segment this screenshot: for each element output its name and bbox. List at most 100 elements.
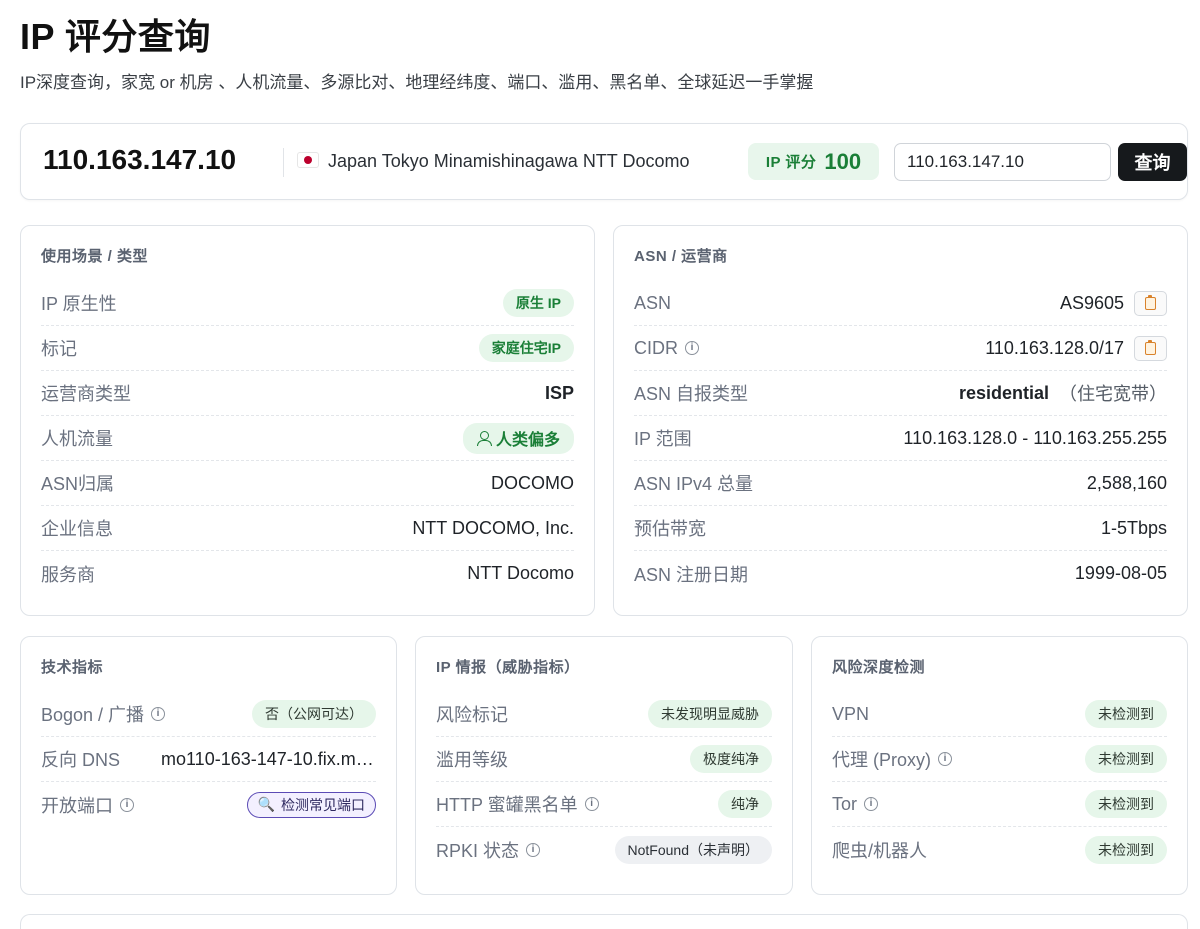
row-label: IP 范围	[634, 429, 692, 449]
row-label: ASN 注册日期	[634, 564, 749, 585]
status-badge: 极度纯净	[690, 745, 772, 773]
row-tag: 标记 家庭住宅IP	[41, 326, 574, 371]
button-label: 检测常见端口	[281, 796, 365, 813]
info-icon[interactable]: i	[938, 752, 952, 766]
row-label: 服务商	[41, 564, 95, 585]
row-label: ASN 自报类型	[634, 384, 749, 404]
row-label: 反向 DNS	[41, 750, 121, 770]
row-label: ASN	[634, 292, 672, 313]
row-traffic: 人机流量 人类偏多	[41, 416, 574, 461]
usage-type-card: 使用场景 / 类型 IP 原生性 原生 IP 标记 家庭住宅IP 运营商类型 I…	[20, 225, 595, 616]
row-label: CIDR i	[634, 338, 699, 359]
ip-location: Japan Tokyo Minamishinagawa NTT Docomo	[328, 151, 690, 171]
risk-detection-card: 风险深度检测 VPN 未检测到 代理 (Proxy) i 未检测到 Tor i 未检…	[811, 636, 1188, 895]
status-badge: 纯净	[718, 790, 772, 818]
row-value: NTT DOCOMO, Inc.	[412, 517, 574, 538]
row-label: RPKI 状态 i	[436, 837, 541, 863]
row-label: 预估带宽	[634, 519, 706, 539]
tech-metrics-card: 技术指标 Bogon / 广播 i 否（公网可达） 反向 DNS mo110-16…	[20, 636, 397, 895]
row-label: 风险标记	[436, 705, 508, 725]
row-label: HTTP 蜜罐黑名单 i	[436, 791, 599, 817]
search-icon: 🔍	[257, 796, 275, 812]
row-asn-type: ASN 自报类型 residential （住宅宽带）	[634, 371, 1167, 416]
row-label: 开放端口 i	[41, 792, 134, 818]
row-company: 企业信息 NTT DOCOMO, Inc.	[41, 506, 574, 551]
row-value: 110.163.128.0 - 110.163.255.255	[903, 427, 1167, 448]
ip-score-badge: IP 评分 100	[748, 143, 879, 180]
row-value: 1-5Tbps	[1100, 517, 1167, 538]
score-value: 100	[824, 148, 862, 174]
ip-summary-bar: 110.163.147.10 Japan Tokyo Minamishinaga…	[20, 123, 1188, 200]
row-risk-tag: 风险标记 未发现明显威胁	[436, 692, 772, 737]
row-value: ISP	[544, 382, 574, 403]
row-label: 滥用等级	[436, 750, 508, 770]
row-bandwidth: 预估带宽 1-5Tbps	[634, 506, 1167, 551]
clipboard-icon	[1145, 294, 1156, 310]
row-value: mo110-163-147-10.fix.mopera.net	[161, 748, 376, 769]
status-badge: 未检测到	[1085, 745, 1167, 773]
row-ip-range: IP 范围 110.163.128.0 - 110.163.255.255	[634, 416, 1167, 461]
status-badge: 家庭住宅IP	[478, 334, 574, 362]
status-badge: 人类偏多	[462, 422, 574, 454]
info-icon[interactable]: i	[151, 707, 166, 721]
next-card	[20, 914, 1188, 929]
row-value: DOCOMO	[491, 472, 574, 493]
row-vpn: VPN 未检测到	[832, 692, 1167, 737]
row-tor: Tor i 未检测到	[832, 782, 1167, 827]
info-icon[interactable]: i	[864, 797, 879, 811]
row-label: IP 原生性	[41, 294, 117, 314]
row-label: 爬虫/机器人	[832, 840, 928, 861]
row-label: 运营商类型	[41, 384, 131, 404]
row-label: ASN IPv4 总量	[634, 474, 754, 494]
page-subtitle: IP深度查询，家宽 or 机房 、人机流量、多源比对、地理经纬度、端口、滥用、黑…	[20, 73, 814, 92]
info-icon[interactable]: i	[685, 341, 699, 355]
card-title: 使用场景 / 类型	[41, 248, 149, 265]
row-value: NTT Docomo	[467, 563, 574, 583]
row-bogon: Bogon / 广播 i 否（公网可达）	[41, 692, 376, 737]
row-label: Bogon / 广播 i	[41, 701, 166, 727]
threat-intel-card: IP 情报（威胁指标） 风险标记 未发现明显威胁 滥用等级 极度纯净 HTTP …	[415, 636, 793, 895]
info-icon[interactable]: i	[120, 797, 134, 812]
row-reverse-dns: 反向 DNS mo110-163-147-10.fix.mopera.net	[41, 737, 376, 782]
japan-flag-icon	[297, 152, 319, 168]
row-label: 企业信息	[41, 519, 113, 539]
ip-search-input[interactable]	[894, 143, 1111, 181]
search-button[interactable]: 查询	[1118, 143, 1187, 181]
row-reg-date: ASN 注册日期 1999-08-05	[634, 551, 1167, 596]
divider	[283, 148, 284, 177]
row-value: AS9605	[1059, 292, 1124, 313]
score-label: IP 评分	[765, 154, 817, 171]
page-title: IP 评分查询	[20, 16, 211, 57]
row-ipv4-total: ASN IPv4 总量 2,588,160	[634, 461, 1167, 506]
info-icon[interactable]: i	[584, 797, 599, 811]
status-badge: 否（公网可达）	[252, 700, 376, 728]
status-badge: 未检测到	[1085, 790, 1167, 818]
info-icon[interactable]: i	[526, 842, 541, 857]
row-asn: ASN AS9605	[634, 281, 1167, 326]
row-value: 110.163.128.0/17	[985, 337, 1124, 358]
row-label: ASN归属	[41, 474, 115, 494]
row-value-note: （住宅宽带）	[1059, 384, 1167, 404]
asn-card: ASN / 运营商 ASN AS9605 CIDR i 110.163.128.0…	[613, 225, 1188, 616]
row-honeypot: HTTP 蜜罐黑名单 i 纯净	[436, 782, 772, 827]
row-value: residential	[958, 382, 1049, 403]
user-icon	[476, 431, 492, 446]
row-label: Tor i	[832, 794, 879, 815]
card-title: 风险深度检测	[832, 659, 926, 676]
row-cidr: CIDR i 110.163.128.0/17	[634, 326, 1167, 371]
status-badge: NotFound（未声明）	[614, 835, 772, 864]
row-abuse-level: 滥用等级 极度纯净	[436, 737, 772, 782]
copy-button[interactable]	[1134, 335, 1167, 361]
card-title: 技术指标	[41, 659, 104, 676]
status-badge: 未检测到	[1085, 700, 1167, 728]
copy-button[interactable]	[1134, 290, 1167, 316]
card-title: ASN / 运营商	[634, 248, 728, 265]
status-badge: 原生 IP	[502, 289, 574, 317]
row-value: 2,588,160	[1086, 472, 1167, 493]
check-ports-button[interactable]: 🔍 检测常见端口	[246, 791, 376, 818]
row-crawler: 爬虫/机器人 未检测到	[832, 827, 1167, 872]
row-carrier-type: 运营商类型 ISP	[41, 371, 574, 416]
row-open-ports: 开放端口 i 🔍 检测常见端口	[41, 782, 376, 827]
status-badge: 未检测到	[1085, 835, 1167, 864]
badge-text: 人类偏多	[495, 432, 560, 449]
